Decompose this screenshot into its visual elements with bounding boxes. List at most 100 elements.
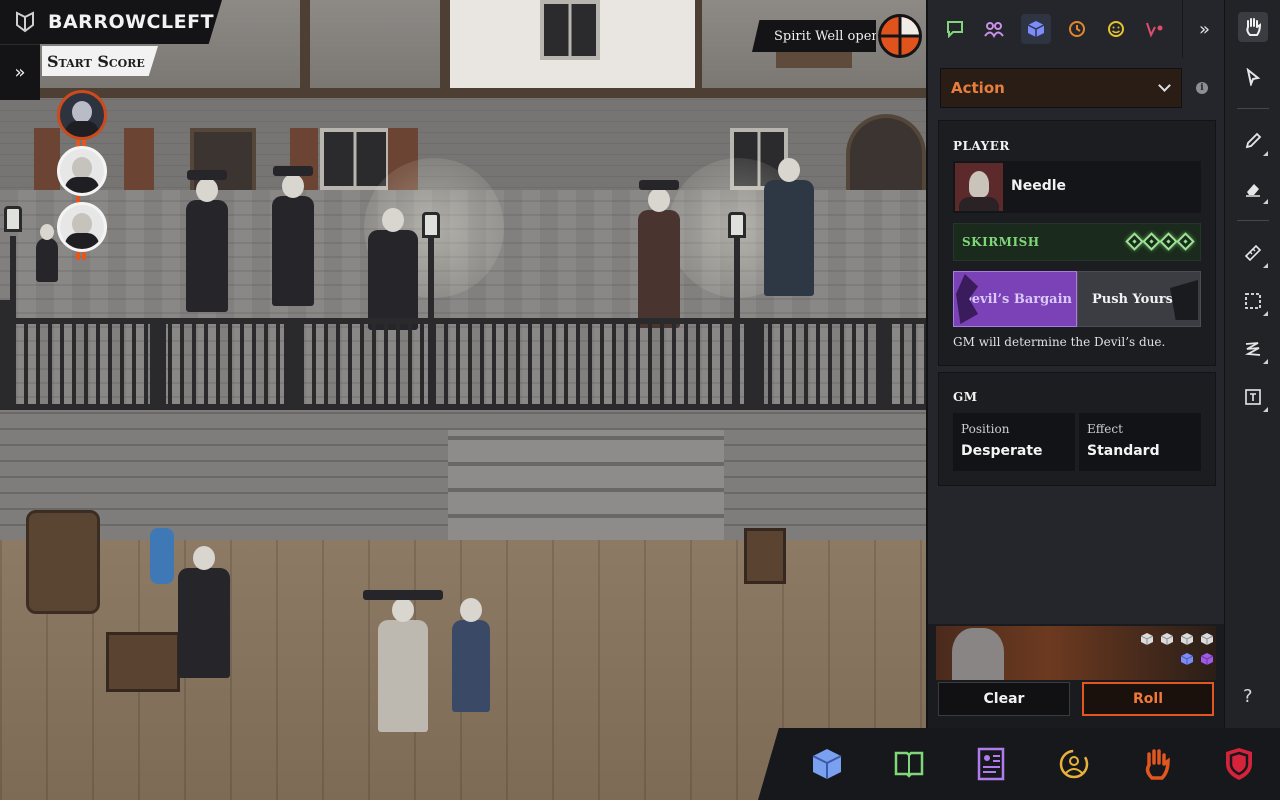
scribble-tool[interactable] — [1238, 334, 1268, 364]
roll-button[interactable]: Roll — [1082, 682, 1214, 716]
die-icon[interactable] — [1200, 652, 1214, 666]
timber-beam — [440, 0, 450, 95]
npc-child[interactable] — [36, 224, 58, 282]
fence-post — [150, 322, 166, 412]
double-chevron-right-icon: » — [1198, 18, 1210, 40]
scribble-icon — [1244, 342, 1261, 356]
timber-beam — [300, 0, 310, 95]
street-lamp — [428, 236, 434, 406]
devils-bargain-note: GM will determine the Devil’s due. — [953, 335, 1166, 349]
devils-bargain-label: Devil’s Bargain — [960, 291, 1072, 307]
fence-post — [876, 322, 892, 412]
collapse-panel-button[interactable]: » — [1182, 0, 1226, 58]
title-bar: BARROWCLEFT — [0, 0, 222, 44]
eraser-tool[interactable] — [1238, 174, 1268, 204]
help-button[interactable]: ? — [1243, 686, 1253, 707]
dice-roll-panel: » Action i PLAYER Needle SKIRMISH Devil’… — [926, 0, 1226, 728]
notification-banner[interactable]: Spirit Well opens — [752, 20, 876, 52]
roll-type-select[interactable]: Action — [940, 68, 1182, 108]
die-icon[interactable] — [1180, 652, 1194, 666]
shield-icon — [1225, 748, 1252, 780]
tab-clocks[interactable] — [1065, 17, 1089, 41]
tab-party[interactable] — [982, 17, 1006, 41]
dice-icon — [1027, 21, 1044, 37]
roll-type-value: Action — [951, 79, 1005, 97]
rating-dot — [1176, 232, 1195, 251]
effect-selector[interactable]: Effect Standard — [1079, 413, 1201, 471]
effect-value: Standard — [1087, 443, 1160, 459]
npc-wide-hat-figure[interactable] — [363, 590, 443, 732]
hand-tool[interactable] — [1238, 12, 1268, 42]
fist-icon — [1170, 280, 1198, 320]
die-icon[interactable] — [1200, 632, 1214, 646]
dice-pool-area: Clear Roll — [928, 624, 1226, 728]
notification-text: Spirit Well opens — [774, 28, 887, 44]
position-selector[interactable]: Position Desperate — [953, 413, 1075, 471]
die-icon[interactable] — [1140, 632, 1154, 646]
tool-rail: ? — [1224, 0, 1280, 728]
tab-map-pins[interactable] — [1143, 17, 1167, 41]
text-box-icon — [1245, 389, 1261, 405]
double-chevron-right-icon: » — [14, 62, 26, 83]
pencil-tool[interactable] — [1238, 126, 1268, 156]
crew-icon — [1059, 749, 1089, 779]
clear-button[interactable]: Clear — [938, 682, 1070, 716]
pointer-icon — [1246, 68, 1261, 86]
player-selector[interactable]: Needle — [953, 161, 1201, 213]
game-map-canvas[interactable] — [0, 0, 926, 800]
crate — [106, 632, 180, 692]
dock-book-button[interactable] — [891, 746, 927, 782]
dock-dice-button[interactable] — [809, 746, 845, 782]
npc-figure[interactable] — [186, 170, 228, 312]
iron-fence — [0, 318, 926, 410]
select-box-tool[interactable] — [1238, 286, 1268, 316]
app-title: BARROWCLEFT — [48, 11, 215, 33]
stress-pips — [76, 252, 88, 260]
dice-icon — [812, 749, 842, 779]
die-icon[interactable] — [1160, 632, 1174, 646]
npc-figure[interactable] — [452, 598, 490, 712]
shutter — [34, 128, 60, 198]
dock-character-sheet-button[interactable] — [974, 746, 1010, 782]
npc-figure[interactable] — [178, 546, 230, 678]
pointer-tool[interactable] — [1238, 62, 1268, 92]
die-icon[interactable] — [1180, 632, 1194, 646]
tab-chat[interactable] — [943, 17, 967, 41]
player-section-title: PLAYER — [953, 139, 1010, 153]
position-label: Position — [961, 422, 1010, 436]
timber-beam — [0, 88, 926, 98]
party-portrait[interactable] — [57, 146, 107, 196]
party-portrait-active[interactable] — [57, 90, 107, 140]
pencil-icon — [1245, 132, 1262, 149]
dock-shield-button[interactable] — [1221, 746, 1257, 782]
expand-sidebar-button[interactable]: » — [0, 44, 40, 100]
effect-label: Effect — [1087, 422, 1123, 436]
devils-bargain-button[interactable]: Devil’s Bargain — [953, 271, 1077, 327]
lamp-head — [4, 206, 22, 232]
start-score-button[interactable]: Start Score — [42, 46, 158, 76]
lamp-head — [422, 212, 440, 238]
action-rating-row[interactable]: SKIRMISH — [953, 223, 1201, 261]
emote-icon — [1107, 21, 1124, 37]
gm-section-title: GM — [953, 390, 978, 404]
tab-dice[interactable] — [1020, 14, 1051, 44]
party-portrait[interactable] — [57, 202, 107, 252]
npc-figure[interactable] — [764, 158, 814, 296]
hand-icon — [1146, 749, 1171, 780]
info-icon[interactable]: i — [1196, 82, 1208, 94]
select-box-icon — [1245, 293, 1261, 309]
npc-plague-doctor[interactable] — [272, 166, 314, 306]
push-yourself-button[interactable]: Push Yourself — [1077, 271, 1201, 327]
dock-crew-button[interactable] — [1056, 746, 1092, 782]
text-box-tool[interactable] — [1238, 382, 1268, 412]
npc-masked-figure[interactable] — [368, 208, 418, 330]
dock-hand-button[interactable] — [1138, 746, 1174, 782]
action-rating-dots — [1125, 232, 1195, 251]
position-value: Desperate — [961, 443, 1043, 459]
player-token-needle[interactable] — [638, 180, 680, 328]
rating-dot — [1125, 232, 1144, 251]
tab-emotes[interactable] — [1104, 17, 1128, 41]
progress-clock-icon[interactable] — [878, 14, 922, 58]
fence-post — [748, 322, 764, 412]
ruler-tool[interactable] — [1238, 238, 1268, 268]
